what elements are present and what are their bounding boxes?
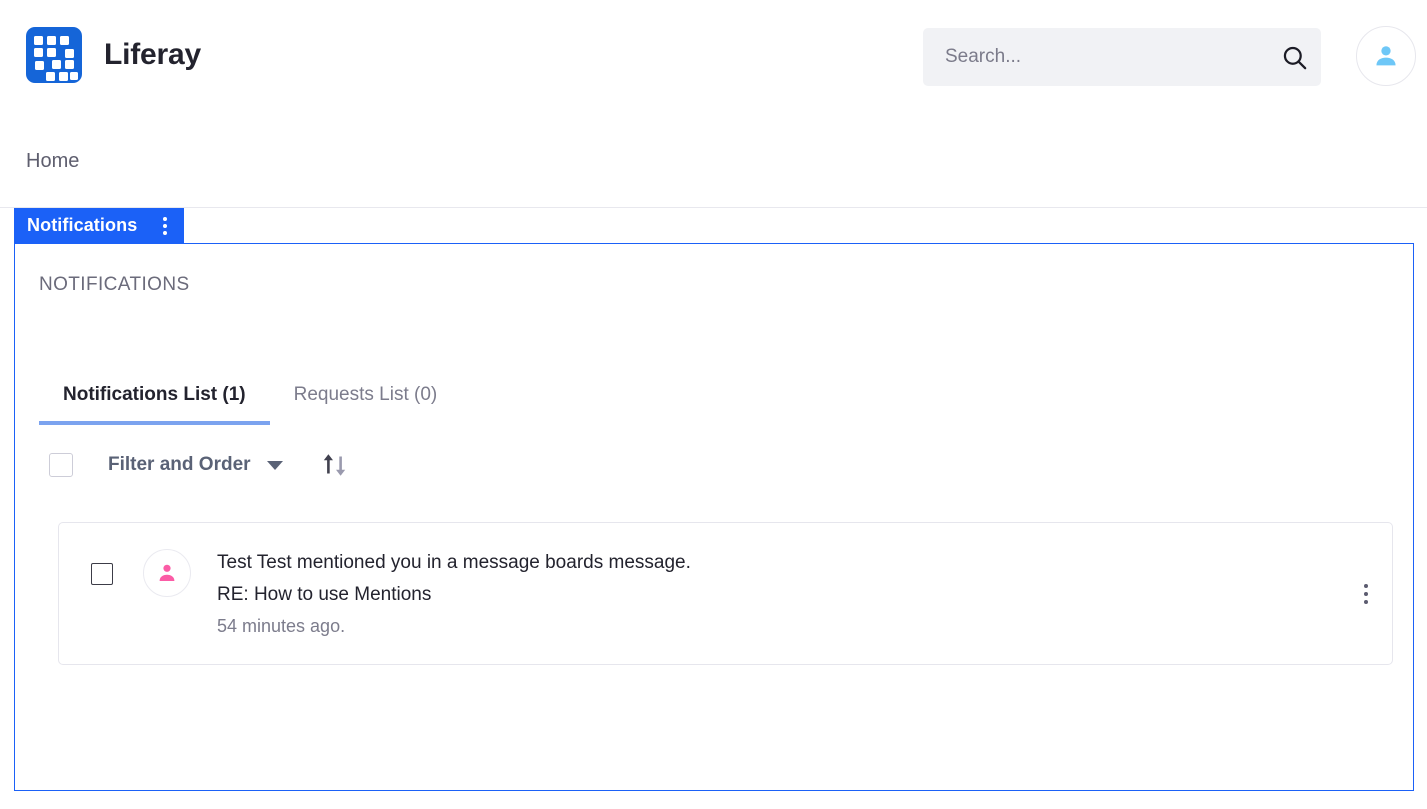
page-title: NOTIFICATIONS xyxy=(39,274,190,295)
user-avatar-icon xyxy=(159,564,175,581)
notification-select-checkbox[interactable] xyxy=(91,563,113,585)
brand[interactable]: Liferay xyxy=(26,27,201,83)
notification-avatar xyxy=(143,549,191,597)
liferay-grid-logo-icon xyxy=(26,27,82,83)
search-bar[interactable] xyxy=(923,28,1321,86)
notification-list-item[interactable]: Test Test mentioned you in a message boa… xyxy=(58,522,1393,665)
search-icon[interactable] xyxy=(1267,29,1321,85)
portlet-options-kebab-icon[interactable] xyxy=(163,216,168,235)
chevron-down-icon xyxy=(266,460,283,470)
notifications-tablist: Notifications List (1) Requests List (0) xyxy=(15,384,1413,425)
sort-direction-button[interactable] xyxy=(321,451,349,479)
portlet-tab-title: Notifications xyxy=(27,215,138,235)
portlet-tab-notifications[interactable]: Notifications xyxy=(14,208,185,243)
user-avatar-button[interactable] xyxy=(1356,26,1416,86)
tab-notifications-list[interactable]: Notifications List (1) xyxy=(39,384,270,425)
brand-name: Liferay xyxy=(104,38,201,71)
portlet-zone: Notifications NOTIFICATIONS Notification… xyxy=(0,207,1427,791)
select-all-checkbox[interactable] xyxy=(49,453,73,477)
sort-ascending-descending-icon xyxy=(323,454,345,476)
user-avatar-icon xyxy=(1376,46,1396,66)
tab-requests-list[interactable]: Requests List (0) xyxy=(270,384,462,425)
breadcrumb: Home xyxy=(0,115,1427,207)
breadcrumb-item-home[interactable]: Home xyxy=(26,150,79,173)
top-header: Liferay xyxy=(0,0,1427,115)
portlet-tabbar: Notifications xyxy=(0,208,1427,243)
notification-subject: RE: How to use Mentions xyxy=(217,584,432,605)
filter-and-order-label: Filter and Order xyxy=(108,454,251,475)
portlet-body: NOTIFICATIONS Notifications List (1) Req… xyxy=(14,243,1414,791)
notification-message: Test Test mentioned you in a message boa… xyxy=(217,552,691,573)
search-input[interactable] xyxy=(923,46,1267,68)
notification-timestamp: 54 minutes ago. xyxy=(217,616,346,636)
notification-content: Test Test mentioned you in a message boa… xyxy=(217,545,691,642)
notification-actions-kebab-icon[interactable] xyxy=(1358,578,1374,610)
filter-and-order-dropdown[interactable]: Filter and Order xyxy=(108,454,283,476)
list-toolbar: Filter and Order xyxy=(15,451,1413,479)
